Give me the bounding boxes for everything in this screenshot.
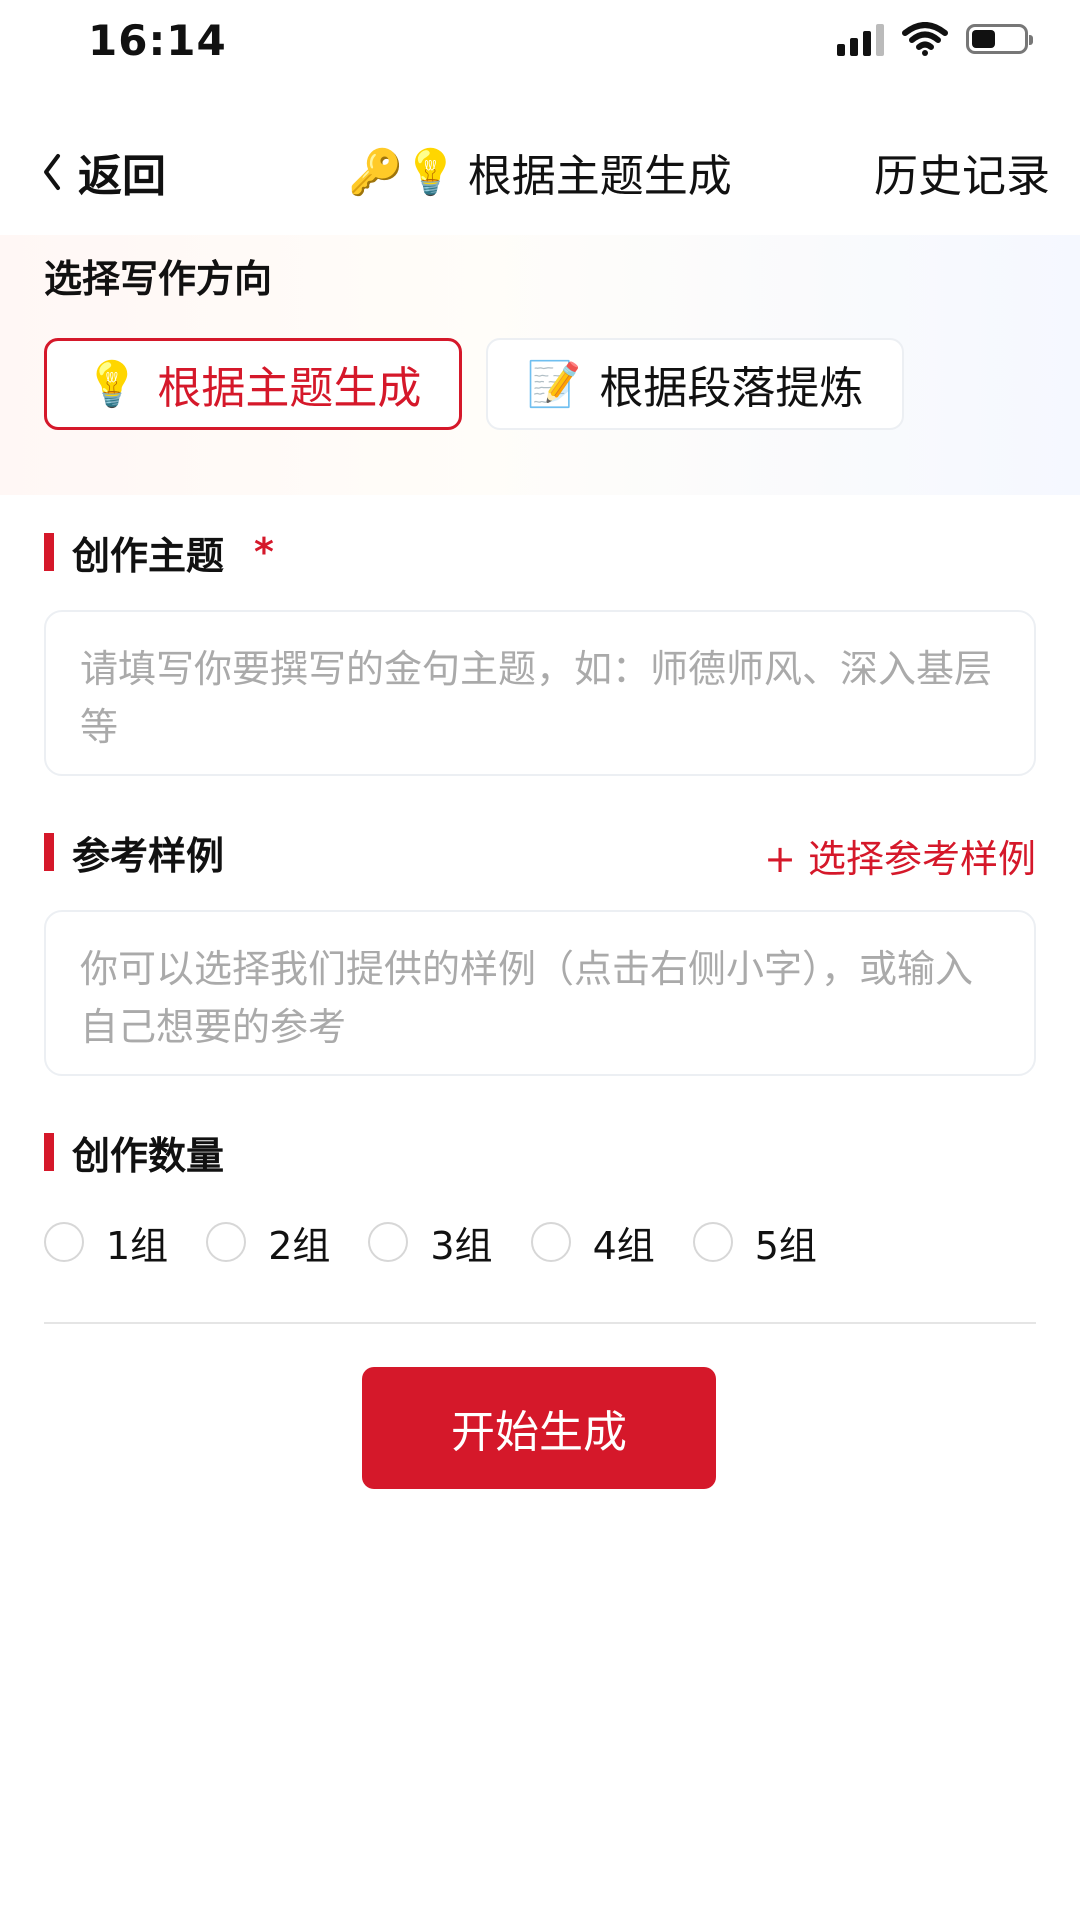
start-generate-label: 开始生成 [451, 1407, 627, 1458]
theme-heading: 创作主题 * [44, 530, 274, 578]
radio-icon[interactable] [530, 1222, 571, 1262]
reference-placeholder: 你可以选择我们提供的样例（点击右侧小字），或输入自己想要的参考 [80, 947, 974, 1049]
radio-icon[interactable] [368, 1222, 409, 1262]
direction-label: 选择写作方向 [44, 257, 273, 301]
status-bar: 16:14 [0, 0, 1080, 90]
quantity-option-5[interactable]: 5组 [692, 1215, 817, 1270]
navigation-bar: 返回 🔑💡 根据主题生成 历史记录 [0, 120, 1080, 220]
heading-accent-bar [44, 1133, 54, 1171]
quantity-option-label: 3组 [430, 1223, 493, 1268]
quantity-label: 创作数量 [72, 1133, 225, 1178]
battery-icon [966, 24, 1033, 54]
divider [44, 1322, 1036, 1324]
heading-accent-bar [44, 833, 54, 871]
select-reference-link[interactable]: + 选择参考样例 [764, 828, 1036, 883]
history-link[interactable]: 历史记录 [874, 140, 1050, 204]
quantity-option-label: 4组 [592, 1223, 655, 1268]
radio-icon[interactable] [44, 1222, 84, 1262]
title-emoji-icon: 🔑💡 [348, 147, 458, 198]
quantity-heading: 创作数量 [44, 1130, 224, 1178]
status-time: 16:14 [88, 16, 227, 65]
status-icons [837, 22, 1033, 56]
theme-input[interactable]: 请填写你要撰写的金句主题，如：师德师风、深入基层等 [44, 610, 1036, 776]
required-mark: * [254, 530, 274, 574]
quantity-option-label: 1组 [106, 1223, 169, 1268]
battery-level [972, 30, 995, 48]
mode-topic-button[interactable]: 💡 根据主题生成 [44, 338, 462, 430]
wifi-icon [902, 22, 948, 56]
title-text: 根据主题生成 [467, 151, 732, 202]
theme-label: 创作主题 [72, 533, 225, 578]
lightbulb-icon: 💡 [84, 359, 140, 410]
quantity-option-1[interactable]: 1组 [44, 1215, 168, 1270]
mode-paragraph-button[interactable]: 📝 根据段落提炼 [486, 338, 904, 430]
mode-paragraph-label: 根据段落提炼 [599, 363, 864, 414]
quantity-option-label: 2组 [268, 1223, 331, 1268]
quantity-radio-group: 1组 2组 3组 4组 5组 [44, 1214, 817, 1270]
quantity-option-2[interactable]: 2组 [206, 1215, 330, 1270]
quantity-option-4[interactable]: 4组 [530, 1215, 655, 1270]
signal-icon [837, 22, 884, 56]
quantity-option-3[interactable]: 3组 [368, 1215, 493, 1270]
radio-icon[interactable] [692, 1222, 733, 1262]
radio-icon[interactable] [206, 1222, 247, 1262]
reference-heading: 参考样例 [44, 830, 224, 878]
mode-topic-label: 根据主题生成 [157, 363, 422, 414]
theme-placeholder: 请填写你要撰写的金句主题，如：师德师风、深入基层等 [80, 647, 993, 749]
heading-accent-bar [44, 533, 54, 571]
quantity-option-label: 5组 [754, 1223, 817, 1268]
reference-label: 参考样例 [72, 833, 225, 878]
memo-icon: 📝 [526, 359, 582, 410]
start-generate-button[interactable]: 开始生成 [362, 1367, 716, 1489]
reference-input[interactable]: 你可以选择我们提供的样例（点击右侧小字），或输入自己想要的参考 [44, 910, 1036, 1076]
